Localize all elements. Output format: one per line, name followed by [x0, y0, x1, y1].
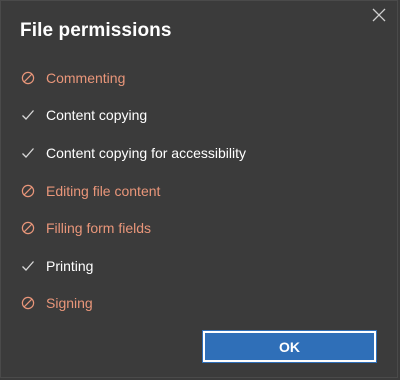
close-button[interactable] [370, 6, 388, 24]
permission-label: Content copying [46, 107, 148, 124]
permission-item: Signing [1, 285, 397, 323]
denied-icon [21, 184, 35, 198]
close-icon [372, 8, 386, 22]
checkmark-icon [21, 259, 35, 273]
denied-icon [21, 296, 35, 310]
permission-item: Content copying [1, 97, 397, 135]
permission-label: Content copying for accessibility [46, 144, 246, 161]
permission-item: Editing file content [1, 172, 397, 210]
denied-icon [21, 71, 35, 85]
permission-item: Filling form fields [1, 209, 397, 247]
permission-item: Content copying for accessibility [1, 134, 397, 172]
ok-button[interactable]: OK [202, 330, 377, 363]
permission-item: Commenting [1, 59, 397, 97]
checkmark-icon [21, 146, 35, 160]
file-permissions-dialog: File permissions Commenting Content copyi… [0, 0, 398, 378]
checkmark-icon [21, 108, 35, 122]
dialog-title: File permissions [20, 20, 172, 41]
permission-item: Printing [1, 247, 397, 285]
permission-label: Editing file content [46, 182, 161, 199]
permissions-list: Commenting Content copying Content copying… [1, 59, 397, 322]
permission-label: Filling form fields [46, 220, 152, 237]
permission-label: Commenting [46, 69, 126, 86]
denied-icon [21, 221, 35, 235]
permission-label: Printing [46, 257, 94, 274]
permission-label: Signing [46, 295, 93, 312]
